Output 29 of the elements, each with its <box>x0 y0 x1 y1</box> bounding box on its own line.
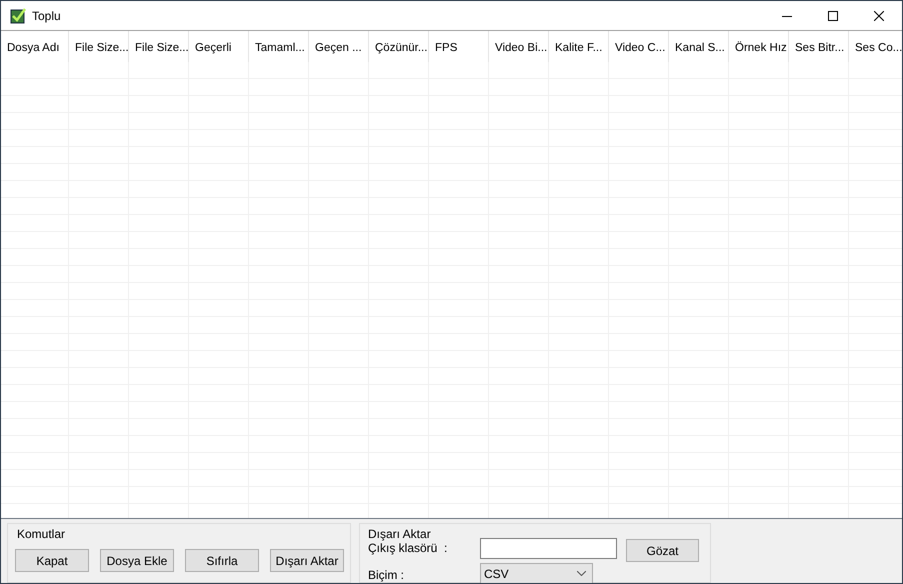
column-header[interactable]: Video C... <box>609 31 669 62</box>
close-icon <box>874 10 884 20</box>
output-folder-field[interactable] <box>480 538 617 559</box>
browse-button[interactable]: Gözat <box>626 539 699 562</box>
column-header[interactable]: Geçen ... <box>309 31 369 62</box>
column-header[interactable]: File Size... <box>69 31 129 62</box>
column-header[interactable]: File Size... <box>129 31 189 62</box>
checkbox-app-icon <box>10 8 26 24</box>
column-header[interactable]: Kalite F... <box>549 31 609 62</box>
command-button[interactable]: Sıfırla <box>185 549 259 572</box>
output-folder-label: Çıkış klasörü : <box>368 540 448 557</box>
column-header[interactable]: Tamaml... <box>249 31 309 62</box>
column-header[interactable]: Dosya Adı <box>1 31 69 62</box>
command-button[interactable]: Kapat <box>15 549 89 572</box>
column-header[interactable]: Video Bi... <box>489 31 549 62</box>
column-header[interactable]: Örnek Hız <box>729 31 789 62</box>
column-header[interactable]: Kanal S... <box>669 31 729 62</box>
column-header[interactable]: Geçerli <box>189 31 249 62</box>
column-header[interactable]: Çözünür... <box>369 31 429 62</box>
chevron-down-icon <box>577 571 586 576</box>
maximize-icon <box>828 10 838 20</box>
format-label: Biçim : <box>368 567 404 583</box>
column-header[interactable]: Ses Co... <box>849 31 902 62</box>
command-button[interactable]: Dosya Ekle <box>100 549 174 572</box>
column-header[interactable]: Ses Bitr... <box>789 31 849 62</box>
window-title: Toplu <box>32 8 61 24</box>
command-button[interactable]: Dışarı Aktar <box>270 549 344 572</box>
column-header[interactable]: FPS <box>429 31 489 62</box>
format-dropdown[interactable]: CSV <box>480 563 593 583</box>
